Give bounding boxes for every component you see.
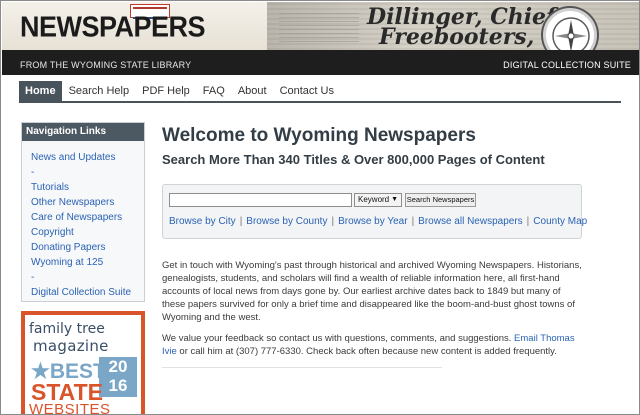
nav-home[interactable]: Home: [19, 81, 62, 101]
sidebar-item-tutorials[interactable]: Tutorials: [31, 180, 144, 195]
nav-search-help[interactable]: Search Help: [63, 81, 136, 101]
link-separator: |: [411, 216, 415, 227]
sidebar-title: Navigation Links: [22, 123, 144, 141]
county-map-link[interactable]: County Map: [533, 216, 587, 227]
badge-websites: WEBSITES: [29, 401, 111, 415]
search-input[interactable]: [169, 193, 352, 207]
sidebar-item-digital-collection-suite[interactable]: Digital Collection Suite: [31, 285, 144, 300]
browse-by-city-link[interactable]: Browse by City: [169, 216, 236, 227]
browse-by-year-link[interactable]: Browse by Year: [338, 216, 408, 227]
nav-contact-us[interactable]: Contact Us: [274, 81, 340, 101]
search-newspapers-button[interactable]: Search Newspapers: [405, 193, 476, 207]
badge-magazine: magazine: [33, 337, 109, 355]
sidebar-separator: -: [31, 272, 35, 283]
sidebar-item-care-of-newspapers[interactable]: Care of Newspapers: [31, 210, 144, 225]
feedback-text-after: or call him at (307) 777-6330. Check bac…: [176, 346, 557, 357]
sidebar-separator: -: [31, 167, 35, 178]
sidebar-link-list: News and Updates - Tutorials Other Newsp…: [22, 141, 144, 300]
badge-year: 20 16: [99, 357, 137, 397]
browse-by-county-link[interactable]: Browse by County: [246, 216, 327, 227]
masthead-logo-area[interactable]: NEWSPAPERS: [2, 2, 267, 50]
badge-family-tree: family tree: [29, 321, 105, 337]
nav-faq[interactable]: FAQ: [197, 81, 231, 101]
nav-pdf-help[interactable]: PDF Help: [136, 81, 196, 101]
feedback-paragraph: We value your feedback so contact us wit…: [162, 332, 582, 358]
link-separator: |: [526, 216, 530, 227]
link-separator: |: [331, 216, 335, 227]
header-subbar: FROM THE WYOMING STATE LIBRARY DIGITAL C…: [2, 50, 639, 75]
sidebar-item-news-and-updates[interactable]: News and Updates: [31, 150, 144, 165]
digital-collection-suite-label[interactable]: DIGITAL COLLECTION SUITE: [503, 60, 631, 70]
browse-all-newspapers-link[interactable]: Browse all Newspapers: [418, 216, 523, 227]
search-type-value: Keyword: [358, 195, 390, 204]
header-subtitle: FROM THE WYOMING STATE LIBRARY: [20, 60, 192, 70]
site-brand: NEWSPAPERS: [20, 11, 206, 43]
sidebar-item-donating-papers[interactable]: Donating Papers: [31, 240, 144, 255]
content-divider: [162, 367, 442, 368]
family-tree-magazine-badge[interactable]: family tree magazine ★BEST 20 16 STATE WE…: [21, 311, 145, 415]
nav-about[interactable]: About: [232, 81, 273, 101]
newsprint-texture: [279, 10, 359, 42]
browse-links: Browse by City | Browse by County | Browse b…: [169, 216, 587, 227]
main-navigation: Home Search Help PDF Help FAQ About Cont…: [19, 81, 621, 103]
sidebar-item-copyright[interactable]: Copyright: [31, 225, 144, 240]
browser-frame: NEWSPAPERS Dillinger, Chiefta Freebooter…: [0, 0, 640, 415]
feedback-text-before: We value your feedback so contact us wit…: [162, 333, 515, 344]
page-title: Welcome to Wyoming Newspapers: [162, 125, 476, 146]
sidebar-item-other-newspapers[interactable]: Other Newspapers: [31, 195, 144, 210]
badge-year-top: 20: [108, 357, 128, 376]
search-type-select[interactable]: Keyword ▼: [354, 193, 402, 207]
site-header: NEWSPAPERS Dillinger, Chiefta Freebooter…: [2, 2, 639, 75]
badge-year-bottom: 16: [108, 376, 128, 395]
badge-inner: family tree magazine ★BEST 20 16 STATE WE…: [25, 315, 141, 415]
link-separator: |: [239, 216, 243, 227]
page-subtitle: Search More Than 340 Titles & Over 800,0…: [162, 152, 545, 167]
intro-paragraph: Get in touch with Wyoming's past through…: [162, 260, 582, 323]
sidebar-navigation: Navigation Links News and Updates - Tuto…: [21, 122, 145, 302]
sidebar-item-wyoming-at-125[interactable]: Wyoming at 125: [31, 255, 144, 270]
search-panel: Keyword ▼ Search Newspapers Browse by Cit…: [162, 184, 587, 239]
chevron-down-icon: ▼: [391, 196, 398, 203]
